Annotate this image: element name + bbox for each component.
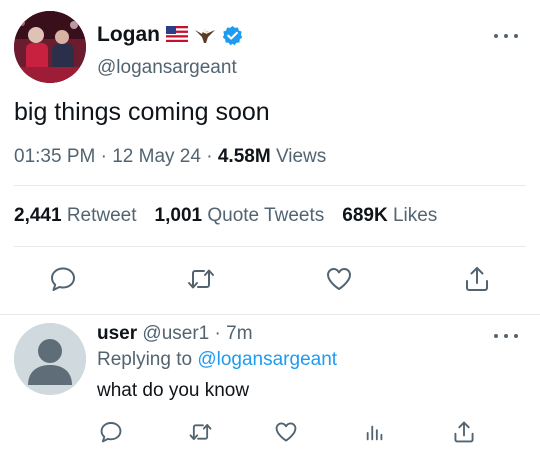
reply-icon[interactable] — [96, 417, 126, 447]
reply-icon[interactable] — [48, 264, 78, 294]
more-options-icon[interactable] — [494, 31, 518, 41]
reply-avatar[interactable] — [14, 323, 86, 395]
tweet-separator — [0, 314, 540, 315]
retweets-stat[interactable]: 2,441 Retweet — [14, 205, 137, 227]
tweet-actions — [0, 264, 540, 298]
divider — [14, 246, 526, 247]
reply-text: what do you know — [97, 380, 250, 401]
share-icon[interactable] — [462, 264, 492, 294]
more-dot — [494, 34, 498, 38]
author-handle[interactable]: @logansargeant — [97, 57, 237, 79]
views-count: 4.58M — [217, 146, 271, 167]
like-icon[interactable] — [271, 417, 301, 447]
us-flag-icon — [166, 26, 188, 44]
retweets-count: 2,441 — [14, 205, 62, 226]
eagle-icon — [194, 26, 216, 44]
reply-header: user @user1 · 7m — [97, 323, 253, 345]
author-display-name[interactable]: Logan — [97, 23, 160, 47]
replying-prefix: Replying to — [97, 349, 193, 370]
default-avatar-icon — [14, 323, 86, 395]
likes-stat[interactable]: 689K Likes — [342, 205, 437, 227]
author-name-row: Logan — [97, 23, 243, 47]
tweet-text: big things coming soon — [14, 98, 270, 126]
views-label: Views — [275, 146, 327, 167]
author-avatar[interactable] — [14, 11, 86, 83]
share-icon[interactable] — [449, 417, 479, 447]
retweet-icon[interactable] — [185, 417, 215, 447]
quotes-label: Quote Tweets — [207, 205, 325, 226]
tweet-date[interactable]: 12 May 24 — [112, 146, 201, 167]
engagement-stats: 2,441 Retweet 1,001 Quote Tweets 689K Li… — [14, 205, 437, 227]
tweet-time[interactable]: 01:35 PM — [14, 146, 95, 167]
divider — [14, 185, 526, 186]
more-dot — [514, 34, 518, 38]
more-dot — [504, 34, 508, 38]
reply-more-options-icon[interactable] — [494, 331, 518, 341]
likes-label: Likes — [392, 205, 438, 226]
reply-actions — [0, 419, 540, 447]
retweet-icon[interactable] — [186, 264, 216, 294]
meta-separator: · — [206, 146, 213, 167]
analytics-icon[interactable] — [360, 417, 390, 447]
meta-separator: · — [100, 146, 107, 167]
like-icon[interactable] — [324, 264, 354, 294]
reply-handle-time[interactable]: @user1 · 7m — [142, 323, 252, 344]
replying-to-line: Replying to @logansargeant — [97, 349, 337, 371]
quotes-stat[interactable]: 1,001 Quote Tweets — [155, 205, 325, 227]
more-dot — [514, 334, 518, 338]
more-dot — [494, 334, 498, 338]
tweet-meta: 01:35 PM · 12 May 24 · 4.58M Views — [14, 146, 326, 168]
replying-mention-link[interactable]: @logansargeant — [197, 349, 337, 370]
quotes-count: 1,001 — [154, 205, 203, 226]
main-tweet: Logan @logansargeant big things coming s… — [0, 0, 540, 314]
reply-display-name[interactable]: user — [97, 323, 137, 344]
likes-count: 689K — [342, 205, 388, 226]
verified-badge-icon — [222, 25, 243, 46]
more-dot — [504, 334, 508, 338]
retweets-label: Retweet — [66, 205, 137, 226]
author-avatar-image — [14, 11, 86, 83]
